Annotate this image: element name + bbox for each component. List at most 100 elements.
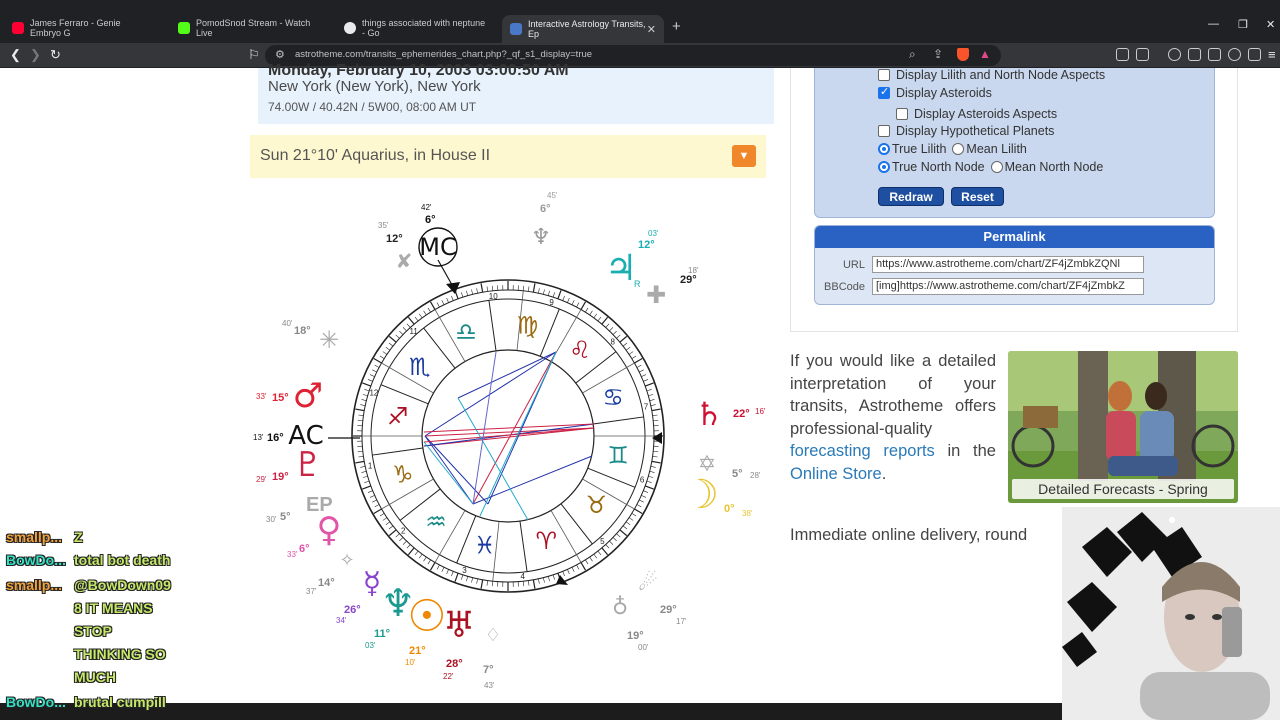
house-number: 5: [600, 537, 605, 546]
planet-degree: 22°: [733, 408, 750, 420]
chart-extra-label: 43': [484, 681, 495, 690]
tab-search-icon[interactable]: [1136, 48, 1149, 61]
close-window-icon[interactable]: ✕: [1266, 18, 1275, 31]
chart-extra-label: 40': [282, 319, 293, 328]
leo-icon[interactable]: [1228, 48, 1241, 61]
promo-text: in the: [947, 442, 997, 461]
astrotheme-icon: [510, 23, 522, 35]
brave-shield-icon[interactable]: [957, 48, 969, 61]
planet-glyph: MC: [419, 233, 456, 261]
kick-icon: [178, 22, 190, 34]
zodiac-sign-glyph: ♒: [425, 508, 447, 536]
zodiac-sign-glyph: ♑: [392, 460, 414, 488]
chart-extra-label: 12°: [386, 233, 403, 245]
planet-glyph: ☽: [683, 472, 719, 518]
planet-minute: 38': [742, 509, 753, 518]
option-asteroids[interactable]: Display Asteroids: [878, 85, 992, 100]
streamer-video: [1062, 507, 1280, 720]
back-icon[interactable]: ❮: [10, 47, 21, 63]
planet-degree: 21°: [409, 645, 426, 657]
new-tab-icon[interactable]: +: [672, 18, 681, 35]
tab-genie-embryo[interactable]: James Ferraro - Genie Embryo G: [4, 17, 162, 39]
minimize-icon[interactable]: —: [1208, 18, 1219, 30]
sidebar-icon[interactable]: [1188, 48, 1201, 61]
extensions-icon[interactable]: [1116, 48, 1129, 61]
zodiac-sign-glyph: ♋: [602, 384, 624, 412]
zodiac-sign-glyph: ♎: [455, 318, 477, 346]
sun-position-text: Sun 21°10' Aquarius, in House II: [260, 147, 491, 164]
chart-extra-label: 5°: [280, 511, 291, 523]
chart-extra-label: 28': [750, 471, 761, 480]
planet-minute: 29': [256, 475, 267, 484]
location-panel: Monday, February 10, 2003 03:00:50 AM Ne…: [258, 62, 774, 124]
vpn-icon[interactable]: [1248, 48, 1261, 61]
expand-dropdown-button[interactable]: ▼: [732, 145, 756, 167]
reset-button[interactable]: Reset: [951, 187, 1004, 206]
planet-degree: 16°: [267, 432, 284, 444]
planet-degree: 6°: [299, 543, 310, 555]
rewards-icon[interactable]: ▲: [979, 47, 991, 61]
planet-minute: 33': [287, 550, 298, 559]
permalink-url-field[interactable]: https://www.astrotheme.com/chart/ZF4jZmb…: [872, 256, 1144, 273]
chart-extra-label: 19°: [627, 630, 644, 642]
youtube-icon: [12, 22, 24, 34]
chart-extra-label: 18°: [294, 325, 311, 337]
planet-minute: 34': [336, 616, 347, 625]
google-icon: [344, 22, 356, 34]
planet-minute: 03': [648, 229, 659, 238]
url-text: astrotheme.com/transits_ephemerides_char…: [295, 49, 593, 60]
forecasting-reports-link[interactable]: forecasting reports: [790, 442, 935, 460]
site-info-icon[interactable]: ⚙: [275, 48, 285, 61]
house-number: 10: [489, 292, 498, 301]
chart-extra-label: 17': [676, 617, 687, 626]
bbcode-label: BBCode: [824, 281, 865, 293]
house-number: 3: [462, 566, 467, 575]
mean-lilith-radio[interactable]: [952, 143, 965, 155]
zodiac-sign-glyph: ♏: [409, 353, 431, 381]
tab-label: PomodSnod Stream - Watch Live: [196, 18, 311, 38]
tab-label: James Ferraro - Genie Embryo G: [30, 18, 121, 38]
mc-axis-line: [437, 259, 457, 293]
mean-node-radio[interactable]: [990, 161, 1003, 173]
lilith-aspects-checkbox[interactable]: [878, 69, 890, 81]
tab-astrotheme[interactable]: Interactive Astrology Transits, Ep ✕: [502, 15, 664, 43]
promo-text: .: [881, 464, 887, 483]
share-icon[interactable]: ⇪: [933, 47, 943, 61]
permalink-bbcode-field[interactable]: [img]https://www.astrotheme.com/chart/ZF…: [872, 278, 1144, 295]
planet-glyph: ♄: [695, 395, 724, 433]
address-bar-row: ❮ ❯ ↻ ⚐ ⚙ astrotheme.com/transits_epheme…: [0, 43, 1280, 68]
true-lilith-radio[interactable]: [878, 143, 890, 155]
promo-text: If you would like a detailed interpretat…: [790, 352, 996, 438]
option-lilith-aspects[interactable]: Display Lilith and North Node Aspects: [878, 68, 1105, 82]
zoom-icon[interactable]: ⌕: [909, 47, 916, 62]
redraw-button[interactable]: Redraw: [878, 187, 944, 206]
astrology-chart[interactable]: 123456789101112♒♓ ♈♉♊♋♌♍♎♏♐♑ ♆6°45'MC6°42…: [250, 188, 780, 698]
chart-extra-label: 29°: [660, 604, 677, 616]
maximize-icon[interactable]: ❐: [1238, 18, 1248, 31]
chat-text: STOP: [74, 623, 112, 639]
chat-text: THINKING SO: [74, 646, 166, 662]
planet-glyph: ♀: [317, 510, 342, 550]
close-tab-icon[interactable]: ✕: [647, 23, 656, 36]
forecast-photo[interactable]: Detailed Forecasts - Spring: [1008, 351, 1238, 503]
hypothetical-checkbox[interactable]: [878, 125, 890, 137]
online-store-link[interactable]: Online Store: [790, 465, 882, 483]
planet-minute: 16': [755, 407, 766, 416]
asteroid-aspects-checkbox[interactable]: [896, 108, 908, 120]
media-icon[interactable]: [1168, 48, 1181, 61]
tab-google-search[interactable]: things associated with neptune - Go: [336, 17, 498, 39]
menu-icon[interactable]: ≡: [1268, 47, 1276, 62]
house-number: 9: [549, 298, 554, 307]
true-node-radio[interactable]: [878, 161, 890, 173]
tab-pomodsnod-stream[interactable]: PomodSnod Stream - Watch Live: [170, 17, 330, 39]
chat-text: MUCH: [74, 669, 116, 685]
radio-label: Mean North Node: [1004, 160, 1104, 174]
asteroids-checkbox[interactable]: [878, 85, 890, 99]
bookmark-icon[interactable]: ⚐: [248, 47, 260, 63]
forward-icon[interactable]: ❯: [30, 47, 41, 63]
option-hypothetical[interactable]: Display Hypothetical Planets: [878, 124, 1054, 138]
zodiac-sign-glyph: ♈: [536, 527, 558, 555]
option-asteroid-aspects[interactable]: Display Asteroids Aspects: [896, 107, 1057, 121]
wallet-icon[interactable]: [1208, 48, 1221, 61]
reload-icon[interactable]: ↻: [50, 47, 61, 63]
